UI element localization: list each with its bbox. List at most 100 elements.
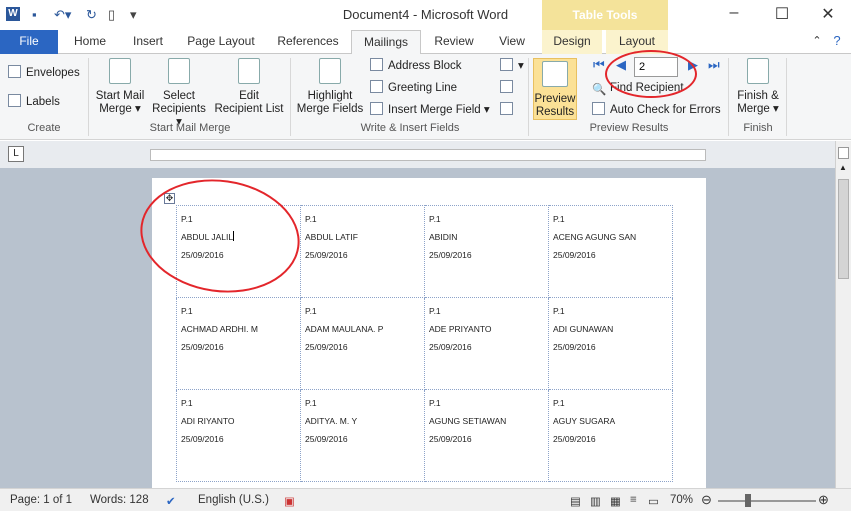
label-code: P.1 (429, 306, 441, 316)
label-cell[interactable]: P.1 ADAM MAULANA. P 25/09/2016 (300, 297, 425, 390)
label-code: P.1 (305, 306, 317, 316)
finish-merge-icon (747, 58, 769, 84)
check-errors-icon (592, 102, 605, 115)
edit-list-icon (238, 58, 260, 84)
label-cell[interactable]: P.1 AGUY SUGARA 25/09/2016 (548, 389, 673, 482)
label-date: 25/09/2016 (553, 434, 596, 444)
label-cell[interactable]: P.1 ACHMAD ARDHI. M 25/09/2016 (176, 297, 301, 390)
zoom-out-icon[interactable]: ⊖ (701, 492, 712, 508)
maximize-icon[interactable]: ☐ (770, 4, 794, 24)
tab-file[interactable]: File (0, 30, 58, 54)
tab-design[interactable]: Design (542, 30, 602, 54)
label-name: ADAM MAULANA. P (305, 324, 384, 334)
label-date: 25/09/2016 (181, 434, 224, 444)
tab-home[interactable]: Home (64, 30, 116, 54)
label-cell[interactable]: P.1 ADITYA. M. Y 25/09/2016 (300, 389, 425, 482)
web-layout-icon[interactable]: ▦ (610, 494, 621, 508)
language-indicator[interactable]: English (U.S.) (198, 494, 269, 506)
highlight-fields-icon (319, 58, 341, 84)
label-name: ADI RIYANTO (181, 416, 235, 426)
greeting-line-icon (370, 80, 383, 93)
rules-button[interactable]: ▾ (500, 57, 524, 75)
tab-review[interactable]: Review (427, 30, 481, 54)
annotation-circle-recipient (605, 50, 697, 98)
label-cell[interactable]: P.1 ADE PRIYANTO 25/09/2016 (424, 297, 549, 390)
horizontal-ruler[interactable] (150, 149, 706, 161)
label-date: 25/09/2016 (181, 342, 224, 352)
start-mail-merge-button[interactable]: Start Mail Merge ▾ (92, 58, 148, 116)
help-icon[interactable]: ? (826, 30, 848, 54)
full-screen-reading-icon[interactable]: ▥ (590, 494, 601, 508)
label-name: ACENG AGUNG SAN (553, 232, 637, 242)
first-record-icon[interactable]: ⏮ (593, 57, 605, 73)
group-label-preview-results: Preview Results (589, 122, 669, 134)
table-tools-context-label: Table Tools (542, 0, 668, 30)
label-cell[interactable]: P.1 ADI GUNAWAN 25/09/2016 (548, 297, 673, 390)
last-record-icon[interactable]: ⏭ (708, 57, 720, 73)
label-code: P.1 (429, 398, 441, 408)
document-canvas: ✥ P.1 ABDUL JALIL 25/09/2016 P.1 ABDUL LATIF… (0, 168, 835, 488)
label-date: 25/09/2016 (553, 342, 596, 352)
auto-check-errors-button[interactable]: Auto Check for Errors (592, 101, 721, 119)
minimize-icon[interactable]: – (722, 4, 746, 22)
address-block-icon (370, 58, 383, 71)
label-name: ADE PRIYANTO (429, 324, 492, 334)
macro-record-icon[interactable]: ▣ (284, 494, 295, 508)
preview-abc-icon (542, 61, 568, 87)
label-cell[interactable]: P.1 ABDUL LATIF 25/09/2016 (300, 205, 425, 298)
label-cell[interactable]: P.1 ABIDIN 25/09/2016 (424, 205, 549, 298)
page-count[interactable]: Page: 1 of 1 (10, 494, 72, 506)
update-labels-button[interactable] (500, 101, 518, 119)
label-cell[interactable]: P.1 ACENG AGUNG SAN 25/09/2016 (548, 205, 673, 298)
outline-view-icon[interactable]: ≡ (630, 494, 637, 506)
label-code: P.1 (305, 214, 317, 224)
zoom-in-icon[interactable]: ⊕ (818, 492, 829, 508)
group-label-write-insert: Write & Insert Fields (360, 122, 460, 134)
scrollbar-thumb[interactable] (838, 179, 849, 279)
ribbon: Envelopes Labels Create Start Mail Merge… (0, 54, 851, 140)
envelopes-button[interactable]: Envelopes (8, 64, 80, 82)
preview-results-button[interactable]: Preview Results (533, 58, 577, 120)
tab-view[interactable]: View (488, 30, 536, 54)
scroll-up-icon[interactable]: ▲ (839, 163, 847, 172)
label-name: ADITYA. M. Y (305, 416, 358, 426)
proofing-icon[interactable]: ✔ (166, 494, 176, 508)
label-date: 25/09/2016 (305, 342, 348, 352)
label-name: ACHMAD ARDHI. M (181, 324, 258, 334)
match-fields-button[interactable] (500, 79, 518, 97)
highlight-merge-fields-button[interactable]: Highlight Merge Fields (294, 58, 366, 116)
print-layout-view-icon[interactable]: ▤ (570, 494, 581, 508)
label-cell[interactable]: P.1 ADI RIYANTO 25/09/2016 (176, 389, 301, 482)
draft-view-icon[interactable]: ▭ (648, 494, 659, 508)
label-name: ADI GUNAWAN (553, 324, 614, 334)
insert-merge-field-button[interactable]: Insert Merge Field ▾ (370, 101, 490, 119)
update-labels-icon (500, 102, 513, 115)
tab-insert[interactable]: Insert (122, 30, 174, 54)
address-block-button[interactable]: Address Block (370, 57, 462, 75)
tab-selector-icon[interactable]: L (8, 146, 24, 162)
view-ruler-icon[interactable] (838, 147, 849, 159)
greeting-line-button[interactable]: Greeting Line (370, 79, 457, 97)
status-bar: Page: 1 of 1 Words: 128 ✔ English (U.S.)… (0, 488, 851, 511)
word-count[interactable]: Words: 128 (90, 494, 149, 506)
zoom-level[interactable]: 70% (670, 494, 693, 506)
labels-button[interactable]: Labels (8, 93, 60, 111)
close-icon[interactable]: ✕ (816, 4, 840, 24)
label-name: AGUNG SETIAWAN (429, 416, 507, 426)
tab-page-layout[interactable]: Page Layout (180, 30, 262, 54)
label-name: ABIDIN (429, 232, 458, 242)
vertical-scrollbar[interactable]: ▲ (835, 141, 851, 488)
edit-recipient-list-button[interactable]: Edit Recipient List (212, 58, 286, 116)
collapse-ribbon-icon[interactable]: ⌃ (808, 30, 826, 54)
select-recipients-button[interactable]: Select Recipients ▾ (148, 58, 210, 129)
recipients-icon (168, 58, 190, 84)
zoom-slider-thumb[interactable] (745, 494, 751, 507)
tab-mailings[interactable]: Mailings (351, 30, 421, 55)
label-date: 25/09/2016 (429, 342, 472, 352)
label-date: 25/09/2016 (305, 434, 348, 444)
tab-references[interactable]: References (270, 30, 346, 54)
finish-merge-button[interactable]: Finish & Merge ▾ (732, 58, 784, 116)
label-cell[interactable]: P.1 AGUNG SETIAWAN 25/09/2016 (424, 389, 549, 482)
zoom-slider[interactable] (718, 500, 816, 502)
envelope-icon (8, 65, 21, 78)
